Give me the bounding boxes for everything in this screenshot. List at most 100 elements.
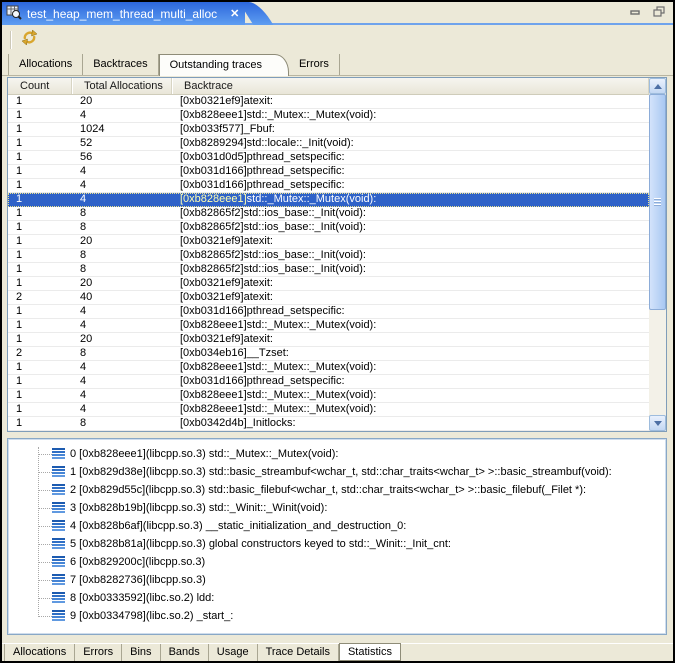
column-header-backtrace[interactable]: Backtrace (172, 78, 649, 94)
table-row[interactable]: 14[0xb828eee1]std::_Mutex::_Mutex(void): (8, 403, 649, 417)
backtrace-address: [0xb0321ef9] (180, 291, 244, 303)
vertical-scrollbar[interactable] (649, 78, 666, 431)
backtrace-frame-item[interactable]: 4 [0xb828b6af](libcpp.so.3) __static_ini… (8, 517, 666, 535)
column-header-count[interactable]: Count (8, 78, 72, 94)
tab-bottom-bins[interactable]: Bins (122, 644, 160, 661)
tab-bottom-bands[interactable]: Bands (161, 644, 209, 661)
backtrace-frame-item[interactable]: 3 [0xb828b19b](libcpp.so.3) std::_Winit:… (8, 499, 666, 517)
column-header-total-allocations[interactable]: Total Allocations (72, 78, 172, 94)
backtrace-address: [0xb82865f2] (180, 249, 244, 261)
table-cell: [0xb031d166]pthread_setspecific: (172, 305, 649, 318)
stack-frame-icon (52, 592, 65, 607)
table-row[interactable]: 18[0xb82865f2]std::ios_base::_Init(void)… (8, 207, 649, 221)
table-cell: 1 (8, 179, 72, 192)
table-cell: [0xb0321ef9]atexit: (172, 95, 649, 108)
table-cell: [0xb828eee1]std::_Mutex::_Mutex(void): (172, 319, 649, 332)
table-row[interactable]: 14[0xb828eee1]std::_Mutex::_Mutex(void): (8, 319, 649, 333)
table-row[interactable]: 120[0xb0321ef9]atexit: (8, 235, 649, 249)
tab-curve-decoration (239, 2, 273, 25)
table-row[interactable]: 14[0xb828eee1]std::_Mutex::_Mutex(void): (8, 389, 649, 403)
table-row[interactable]: 240[0xb0321ef9]atexit: (8, 291, 649, 305)
backtrace-frame-item[interactable]: 2 [0xb829d55c](libcpp.so.3) std::basic_f… (8, 481, 666, 499)
minimize-icon[interactable] (630, 6, 641, 17)
table-row[interactable]: 120[0xb0321ef9]atexit: (8, 95, 649, 109)
table-row[interactable]: 14[0xb031d166]pthread_setspecific: (8, 179, 649, 193)
memory-analysis-window: test_heap_mem_thread_multi_alloc ✕ (0, 0, 675, 663)
restore-icon[interactable] (653, 6, 665, 17)
backtrace-address: [0xb828eee1] (180, 403, 247, 415)
tab-bottom-trace-details[interactable]: Trace Details (258, 644, 339, 661)
table-row[interactable]: 14[0xb828eee1]std::_Mutex::_Mutex(void): (8, 361, 649, 375)
scrollbar-track[interactable] (649, 94, 666, 415)
backtrace-frame-item[interactable]: 6 [0xb829200c](libcpp.so.3) (8, 553, 666, 571)
backtrace-function: pthread_setspecific: (247, 375, 345, 387)
stack-frame-icon (52, 574, 65, 589)
tree-branch-line (38, 544, 52, 545)
scrollbar-thumb[interactable] (649, 94, 666, 310)
table-cell: [0xb031d166]pthread_setspecific: (172, 375, 649, 388)
tab-outstanding-traces[interactable]: Outstanding traces (159, 54, 289, 76)
table-row[interactable]: 14[0xb031d166]pthread_setspecific: (8, 305, 649, 319)
backtrace-frame-item[interactable]: 5 [0xb828b81a](libcpp.so.3) global const… (8, 535, 666, 553)
table-cell: [0xb828eee1]std::_Mutex::_Mutex(void): (172, 389, 649, 402)
table-cell: 8 (72, 207, 172, 220)
tab-allocations[interactable]: Allocations (8, 54, 83, 75)
table-row[interactable]: 14[0xb828eee1]std::_Mutex::_Mutex(void): (8, 193, 649, 207)
table-row[interactable]: 152[0xb8289294]std::locale::_Init(void): (8, 137, 649, 151)
backtrace-function: std::_Mutex::_Mutex(void): (247, 403, 377, 415)
table-cell: [0xb0321ef9]atexit: (172, 277, 649, 290)
table-row[interactable]: 120[0xb0321ef9]atexit: (8, 333, 649, 347)
tab-bottom-usage[interactable]: Usage (209, 644, 258, 661)
table-row[interactable]: 18[0xb82865f2]std::ios_base::_Init(void)… (8, 249, 649, 263)
tab-bottom-errors[interactable]: Errors (75, 644, 122, 661)
backtrace-frame-item[interactable]: 0 [0xb828eee1](libcpp.so.3) std::_Mutex:… (8, 445, 666, 463)
backtrace-frame-item[interactable]: 1 [0xb829d38e](libcpp.so.3) std::basic_s… (8, 463, 666, 481)
table-row[interactable]: 28[0xb034eb16]__Tzset: (8, 347, 649, 361)
backtrace-function: _Fbuf: (244, 123, 275, 135)
backtrace-frame-item[interactable]: 7 [0xb8282736](libcpp.so.3) (8, 571, 666, 589)
refresh-button[interactable] (18, 29, 40, 51)
table-cell: [0xb828eee1]std::_Mutex::_Mutex(void): (172, 361, 649, 374)
table-cell: 8 (72, 263, 172, 276)
table-cell: 1024 (72, 123, 172, 136)
backtrace-function: std::_Mutex::_Mutex(void): (247, 193, 377, 205)
backtrace-address: [0xb828eee1] (180, 319, 247, 331)
tab-bottom-allocations[interactable]: Allocations (4, 644, 75, 661)
tree-branch-line (38, 472, 52, 473)
tab-backtraces[interactable]: Backtraces (83, 54, 158, 75)
table-cell: 1 (8, 221, 72, 234)
table-row[interactable]: 18[0xb82865f2]std::ios_base::_Init(void)… (8, 263, 649, 277)
tree-branch-line (38, 490, 52, 491)
refresh-arrows-icon (21, 29, 38, 51)
scroll-up-button[interactable] (649, 78, 666, 94)
backtrace-frame-label: 5 [0xb828b81a](libcpp.so.3) global const… (70, 538, 451, 550)
table-row[interactable]: 18[0xb82865f2]std::ios_base::_Init(void)… (8, 221, 649, 235)
tab-bottom-statistics[interactable]: Statistics (339, 643, 401, 661)
tree-branch-line (38, 580, 52, 581)
table-cell: 4 (72, 389, 172, 402)
table-row[interactable]: 14[0xb031d166]pthread_setspecific: (8, 165, 649, 179)
table-row[interactable]: 11024[0xb033f577]_Fbuf: (8, 123, 649, 137)
table-row[interactable]: 14[0xb031d166]pthread_setspecific: (8, 375, 649, 389)
stack-frame-icon (52, 484, 65, 499)
view-title-tab[interactable]: test_heap_mem_thread_multi_alloc ✕ (2, 2, 245, 25)
tab-errors[interactable]: Errors (289, 54, 340, 75)
backtrace-function: std::_Mutex::_Mutex(void): (247, 389, 377, 401)
table-cell: 1 (8, 333, 72, 346)
backtrace-function: std::_Mutex::_Mutex(void): (247, 109, 377, 121)
table-row[interactable]: 14[0xb828eee1]std::_Mutex::_Mutex(void): (8, 109, 649, 123)
scroll-down-button[interactable] (649, 415, 666, 431)
backtrace-address: [0xb8289294] (180, 137, 247, 149)
close-icon[interactable]: ✕ (230, 7, 239, 20)
table-cell: [0xb034eb16]__Tzset: (172, 347, 649, 360)
backtrace-frame-label: 9 [0xb0334798](libc.so.2) _start_: (70, 610, 233, 622)
table-row[interactable]: 120[0xb0321ef9]atexit: (8, 277, 649, 291)
backtrace-frame-item[interactable]: 9 [0xb0334798](libc.so.2) _start_: (8, 607, 666, 625)
table-cell: [0xb82865f2]std::ios_base::_Init(void): (172, 207, 649, 220)
table-row[interactable]: 156[0xb031d0d5]pthread_setspecific: (8, 151, 649, 165)
table-cell: 1 (8, 277, 72, 290)
table-cell: 2 (8, 347, 72, 360)
table-row[interactable]: 18[0xb0342d4b]_Initlocks: (8, 417, 649, 431)
table-cell: 1 (8, 95, 72, 108)
backtrace-frame-item[interactable]: 8 [0xb0333592](libc.so.2) ldd: (8, 589, 666, 607)
